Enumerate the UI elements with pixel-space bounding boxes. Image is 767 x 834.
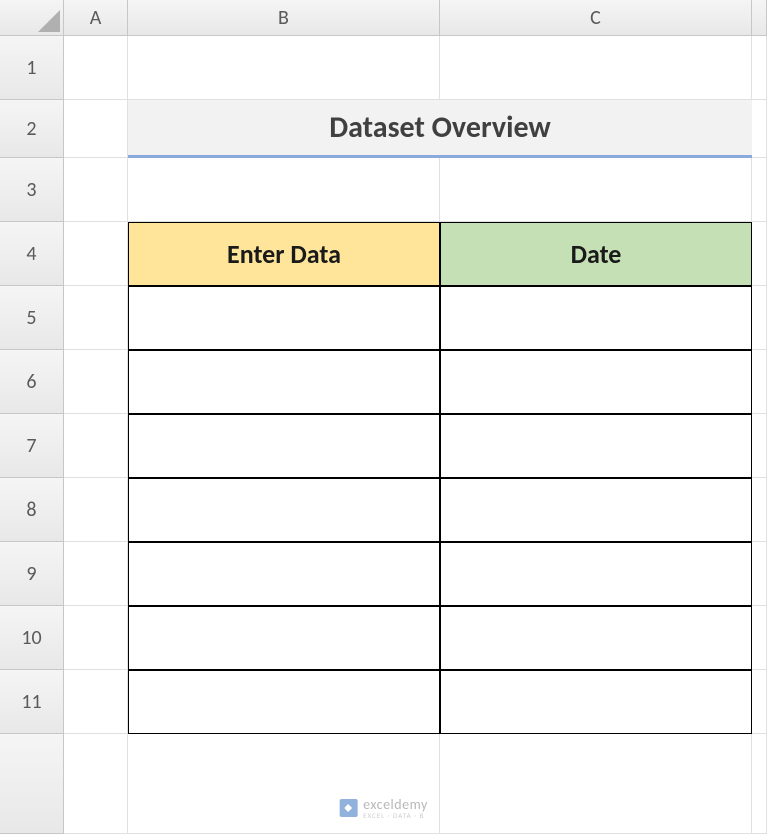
column-header-b[interactable]: B — [128, 0, 440, 36]
cell-b3[interactable] — [128, 158, 440, 222]
cell-c5[interactable] — [440, 286, 752, 350]
cell-c10[interactable] — [440, 606, 752, 670]
cell-d8[interactable] — [752, 478, 767, 542]
row-header-2[interactable]: 2 — [0, 100, 64, 158]
cell-d2[interactable] — [752, 100, 767, 158]
cell-a9[interactable] — [64, 542, 128, 606]
row-header-9[interactable]: 9 — [0, 542, 64, 606]
cell-b1[interactable] — [128, 36, 440, 100]
row-header-5[interactable]: 5 — [0, 286, 64, 350]
cell-b10[interactable] — [128, 606, 440, 670]
cell-d9[interactable] — [752, 542, 767, 606]
cell-a5[interactable] — [64, 286, 128, 350]
cell-c1[interactable] — [440, 36, 752, 100]
watermark-icon — [339, 799, 357, 817]
column-header-partial[interactable] — [752, 0, 767, 36]
row-header-3[interactable]: 3 — [0, 158, 64, 222]
cell-c8[interactable] — [440, 478, 752, 542]
header-date[interactable]: Date — [440, 222, 752, 286]
cell-d12[interactable] — [752, 734, 767, 834]
cell-d5[interactable] — [752, 286, 767, 350]
cell-d10[interactable] — [752, 606, 767, 670]
watermark-subtext: EXCEL · DATA · B — [363, 811, 428, 820]
cell-a11[interactable] — [64, 670, 128, 734]
cell-a4[interactable] — [64, 222, 128, 286]
cell-a8[interactable] — [64, 478, 128, 542]
cell-c12[interactable] — [440, 734, 752, 834]
row-header-11[interactable]: 11 — [0, 670, 64, 734]
select-all-corner[interactable] — [0, 0, 64, 36]
row-header-8[interactable]: 8 — [0, 478, 64, 542]
cell-d3[interactable] — [752, 158, 767, 222]
cell-d11[interactable] — [752, 670, 767, 734]
cell-a12[interactable] — [64, 734, 128, 834]
row-header-1[interactable]: 1 — [0, 36, 64, 100]
cell-b7[interactable] — [128, 414, 440, 478]
row-header-4[interactable]: 4 — [0, 222, 64, 286]
row-header-12[interactable] — [0, 734, 64, 834]
spreadsheet-grid: A B C 1 2 Dataset Overview 3 4 Enter Dat… — [0, 0, 767, 834]
cell-a10[interactable] — [64, 606, 128, 670]
cell-b6[interactable] — [128, 350, 440, 414]
watermark: exceldemy EXCEL · DATA · B — [339, 796, 428, 820]
cell-c9[interactable] — [440, 542, 752, 606]
row-header-7[interactable]: 7 — [0, 414, 64, 478]
cell-a7[interactable] — [64, 414, 128, 478]
cell-c3[interactable] — [440, 158, 752, 222]
cell-d7[interactable] — [752, 414, 767, 478]
cell-b8[interactable] — [128, 478, 440, 542]
column-header-c[interactable]: C — [440, 0, 752, 36]
cell-d1[interactable] — [752, 36, 767, 100]
cell-a3[interactable] — [64, 158, 128, 222]
row-header-6[interactable]: 6 — [0, 350, 64, 414]
cell-a6[interactable] — [64, 350, 128, 414]
cell-d4[interactable] — [752, 222, 767, 286]
cell-a1[interactable] — [64, 36, 128, 100]
cell-b11[interactable] — [128, 670, 440, 734]
cell-c11[interactable] — [440, 670, 752, 734]
column-header-a[interactable]: A — [64, 0, 128, 36]
title-cell[interactable]: Dataset Overview — [128, 100, 752, 158]
row-header-10[interactable]: 10 — [0, 606, 64, 670]
header-enter-data[interactable]: Enter Data — [128, 222, 440, 286]
cell-b9[interactable] — [128, 542, 440, 606]
cell-a2[interactable] — [64, 100, 128, 158]
cell-c6[interactable] — [440, 350, 752, 414]
cell-c7[interactable] — [440, 414, 752, 478]
cell-d6[interactable] — [752, 350, 767, 414]
cell-b5[interactable] — [128, 286, 440, 350]
